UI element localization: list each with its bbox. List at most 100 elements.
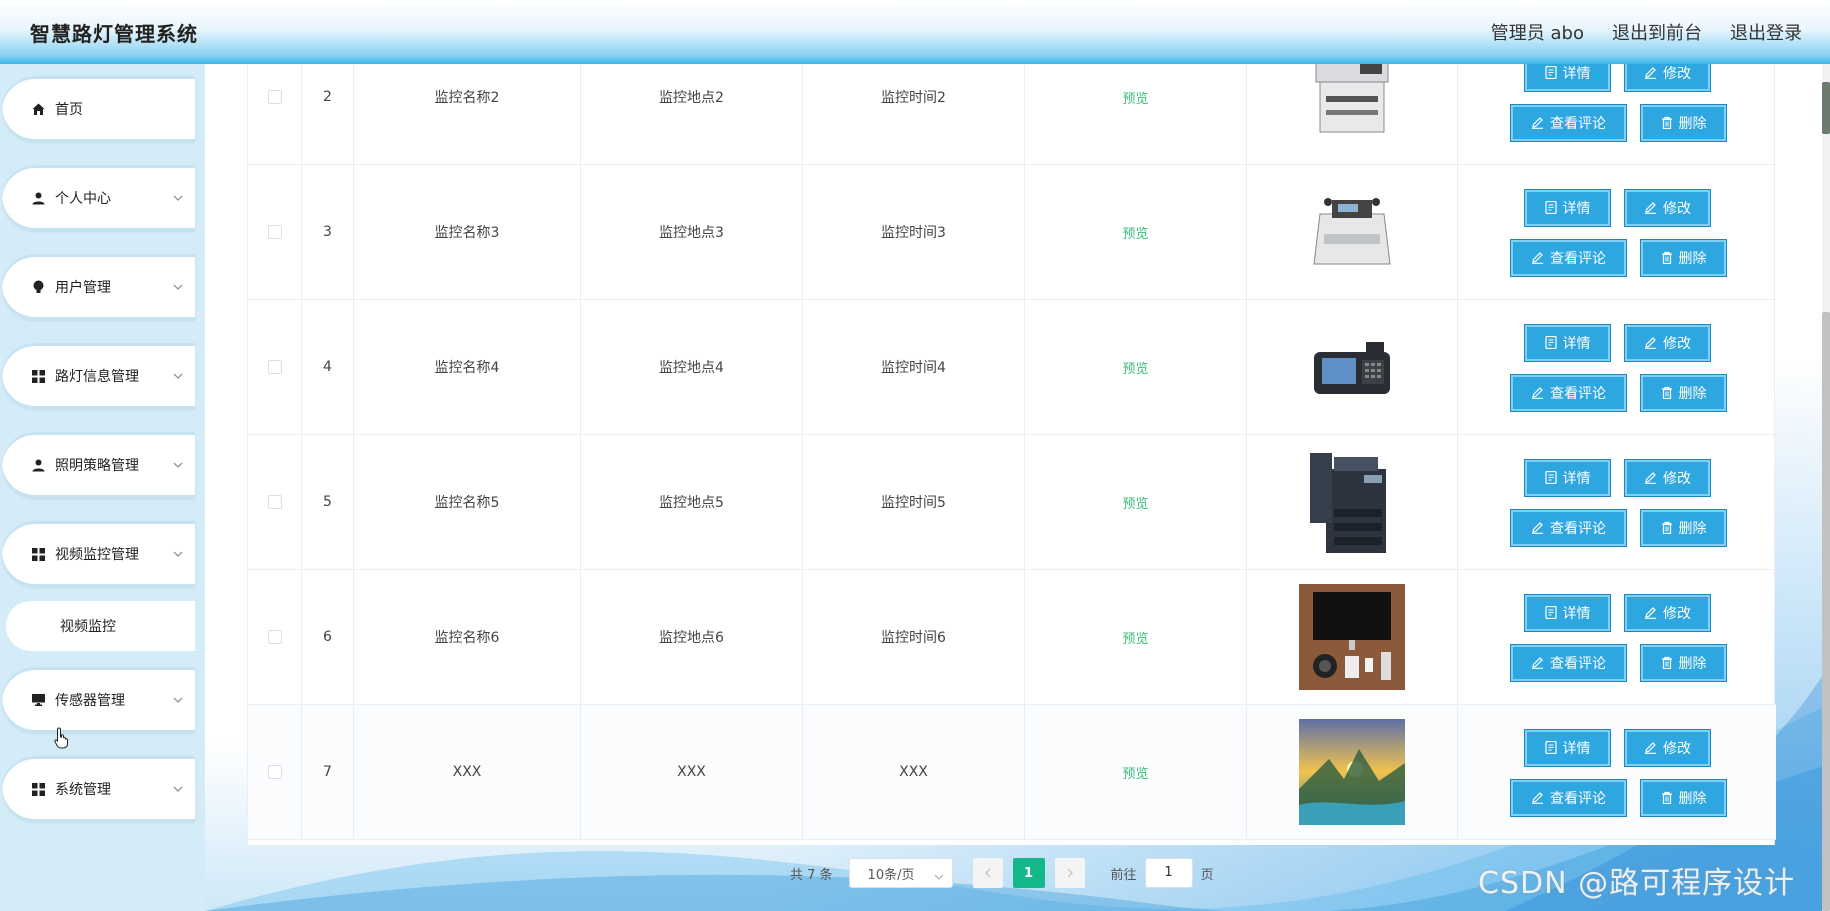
monitor-time: 监控时间6 bbox=[803, 570, 1025, 704]
preview-cell: 预览 bbox=[1025, 300, 1247, 434]
sidebar-item-video-monitor-management[interactable]: 视频监控管理 bbox=[2, 521, 195, 587]
sidebar-item-streetlight-info[interactable]: 路灯信息管理 bbox=[2, 343, 195, 409]
document-icon bbox=[1544, 201, 1557, 214]
table-row: 3 监控名称3 监控地点3 监控时间3 预览 详情 修改 查看评论 删除 bbox=[248, 165, 1776, 300]
detail-button[interactable]: 详情 bbox=[1524, 458, 1611, 497]
page-number-active[interactable]: 1 bbox=[1012, 858, 1045, 888]
row-index: 6 bbox=[302, 570, 354, 704]
button-label: 修改 bbox=[1663, 335, 1691, 352]
sidebar-item-user-management[interactable]: 用户管理 bbox=[2, 254, 195, 320]
table-row: 6 监控名称6 监控地点6 监控时间6 预览 详情 修改 查看评论 删除 bbox=[248, 570, 1776, 705]
view-comments-button[interactable]: 查看评论 bbox=[1510, 508, 1627, 547]
view-comments-button[interactable]: 查看评论 bbox=[1510, 643, 1627, 682]
view-comments-button[interactable]: 查看评论 bbox=[1510, 103, 1627, 142]
preview-cell: 预览 bbox=[1025, 705, 1247, 839]
edit-button[interactable]: 修改 bbox=[1624, 323, 1711, 362]
preview-link[interactable]: 预览 bbox=[1122, 223, 1148, 242]
pagination-total: 共 7 条 bbox=[790, 867, 833, 883]
sidebar-item-label: 系统管理 bbox=[55, 782, 111, 798]
sidebar-item-system-management[interactable]: 系统管理 bbox=[2, 756, 195, 822]
monitor-thumbnail bbox=[1299, 179, 1405, 285]
monitor-thumbnail bbox=[1299, 719, 1405, 825]
row-checkbox[interactable] bbox=[267, 90, 282, 104]
sidebar-item-label: 用户管理 bbox=[55, 280, 111, 296]
monitor-time: XXX bbox=[803, 705, 1025, 839]
next-page-button[interactable] bbox=[1054, 858, 1085, 888]
logout-link[interactable]: 退出登录 bbox=[1730, 19, 1802, 45]
button-label: 删除 bbox=[1678, 790, 1707, 807]
sidebar: 首页 个人中心 用户管理 路灯信息管理 照明策略管理 视频监控管理 视频监控 传… bbox=[0, 64, 205, 911]
edit-icon bbox=[1645, 337, 1656, 349]
chevron-down-icon bbox=[173, 367, 183, 383]
button-label: 查看评论 bbox=[1550, 115, 1606, 132]
row-checkbox[interactable] bbox=[267, 225, 282, 239]
edit-button[interactable]: 修改 bbox=[1624, 188, 1711, 227]
view-comments-button[interactable]: 查看评论 bbox=[1510, 778, 1627, 817]
preview-link[interactable]: 预览 bbox=[1122, 763, 1148, 782]
delete-button[interactable]: 删除 bbox=[1640, 103, 1727, 142]
view-comments-button[interactable]: 查看评论 bbox=[1510, 238, 1627, 277]
delete-button[interactable]: 删除 bbox=[1640, 373, 1727, 412]
page-size-select[interactable]: 10条/页 bbox=[848, 858, 953, 888]
delete-button[interactable]: 删除 bbox=[1640, 778, 1727, 817]
sidebar-item-label: 路灯信息管理 bbox=[55, 369, 139, 385]
view-comments-button[interactable]: 查看评论 bbox=[1510, 373, 1627, 412]
scrollbar-thumb[interactable] bbox=[1822, 312, 1830, 911]
button-label: 详情 bbox=[1562, 740, 1591, 757]
detail-button[interactable]: 详情 bbox=[1524, 728, 1611, 767]
row-checkbox[interactable] bbox=[267, 360, 282, 374]
chevron-right-icon bbox=[1067, 868, 1073, 878]
page-jump-input[interactable]: 1 bbox=[1144, 858, 1193, 888]
row-index: 7 bbox=[302, 705, 354, 839]
image-cell bbox=[1247, 435, 1458, 569]
prev-page-button[interactable] bbox=[972, 858, 1003, 888]
csdn-watermark: CSDN @路可程序设计 bbox=[1478, 866, 1796, 901]
chevron-down-icon bbox=[173, 456, 183, 472]
button-label: 删除 bbox=[1678, 250, 1707, 267]
monitor-time: 监控时间4 bbox=[803, 300, 1025, 434]
trash-icon bbox=[1661, 116, 1672, 129]
sidebar-item-sensor-management[interactable]: 传感器管理 bbox=[2, 667, 195, 733]
table-row: 5 监控名称5 监控地点5 监控时间5 预览 详情 修改 查看评论 删除 bbox=[248, 435, 1776, 570]
edit-icon bbox=[1645, 67, 1656, 79]
page-jump-suffix: 页 bbox=[1200, 867, 1214, 883]
row-checkbox[interactable] bbox=[267, 495, 282, 509]
delete-button[interactable]: 删除 bbox=[1640, 643, 1727, 682]
sidebar-item-home[interactable]: 首页 bbox=[2, 76, 195, 142]
monitor-name: 监控名称3 bbox=[354, 165, 581, 299]
preview-cell: 预览 bbox=[1025, 570, 1247, 704]
edit-icon bbox=[1532, 252, 1543, 264]
document-icon bbox=[1544, 336, 1557, 349]
detail-button[interactable]: 详情 bbox=[1524, 323, 1611, 362]
edit-icon bbox=[1532, 117, 1543, 129]
button-label: 详情 bbox=[1562, 65, 1591, 82]
monitor-name: 监控名称5 bbox=[354, 435, 581, 569]
edit-button[interactable]: 修改 bbox=[1624, 728, 1711, 767]
edit-button[interactable]: 修改 bbox=[1624, 593, 1711, 632]
monitor-location: 监控地点5 bbox=[581, 435, 803, 569]
monitor-name: 监控名称4 bbox=[354, 300, 581, 434]
preview-link[interactable]: 预览 bbox=[1122, 88, 1148, 107]
row-checkbox[interactable] bbox=[267, 765, 282, 779]
button-label: 详情 bbox=[1562, 605, 1591, 622]
preview-link[interactable]: 预览 bbox=[1122, 628, 1148, 647]
preview-link[interactable]: 预览 bbox=[1122, 358, 1148, 377]
user-icon bbox=[30, 190, 46, 206]
delete-button[interactable]: 删除 bbox=[1640, 508, 1727, 547]
sidebar-subitem-video-monitor[interactable]: 视频监控 bbox=[6, 601, 195, 651]
row-checkbox[interactable] bbox=[267, 630, 282, 644]
delete-button[interactable]: 删除 bbox=[1640, 238, 1727, 277]
button-label: 删除 bbox=[1678, 655, 1707, 672]
row-index: 4 bbox=[302, 300, 354, 434]
chevron-left-icon bbox=[984, 868, 991, 878]
preview-link[interactable]: 预览 bbox=[1122, 493, 1148, 512]
exit-to-front-link[interactable]: 退出到前台 bbox=[1612, 19, 1702, 45]
detail-button[interactable]: 详情 bbox=[1524, 593, 1611, 632]
sidebar-item-personal-center[interactable]: 个人中心 bbox=[2, 165, 195, 231]
detail-button[interactable]: 详情 bbox=[1524, 188, 1611, 227]
edit-button[interactable]: 修改 bbox=[1624, 458, 1711, 497]
sidebar-item-lighting-strategy[interactable]: 照明策略管理 bbox=[2, 432, 195, 498]
grid-icon bbox=[30, 546, 46, 562]
button-label: 删除 bbox=[1678, 520, 1707, 537]
monitor-location: 监控地点6 bbox=[581, 570, 803, 704]
